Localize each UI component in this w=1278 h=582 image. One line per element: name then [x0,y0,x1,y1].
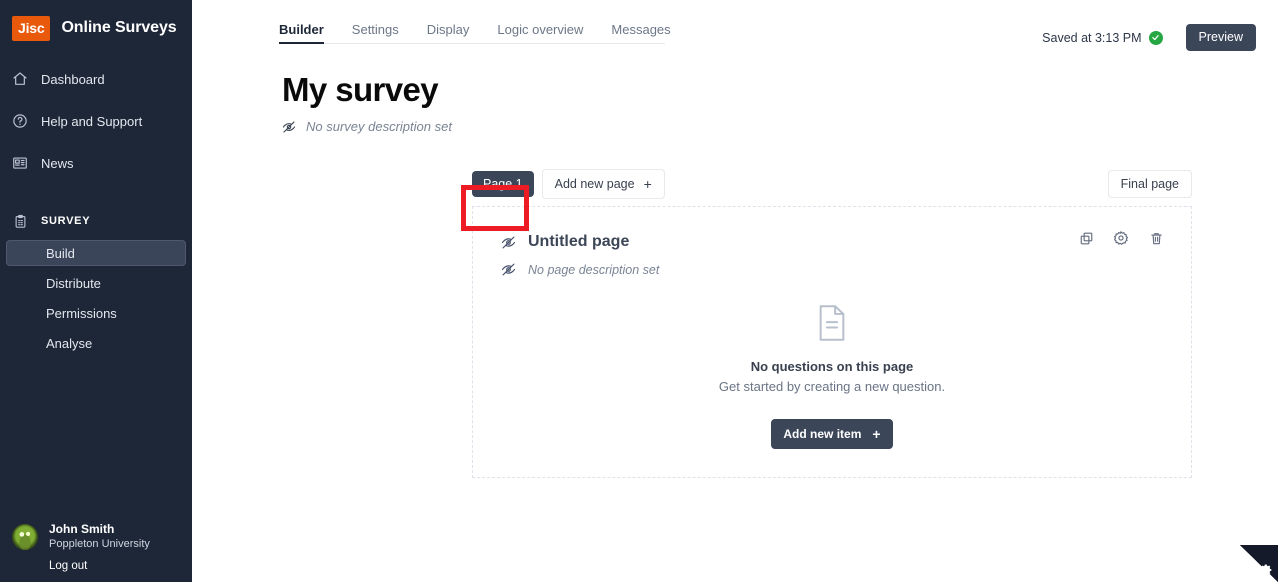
empty-state-title: No questions on this page [750,359,914,374]
document-icon [815,303,849,348]
add-new-page-button[interactable]: Add new page + [541,169,665,199]
user-name: John Smith [49,522,115,536]
tab-display[interactable]: Display [427,22,470,43]
page-card: Untitled page No page description set No… [472,206,1192,478]
plus-icon: + [872,426,881,442]
sidebar-item-label: Build [46,245,75,261]
page-settings-icon[interactable] [1110,227,1132,249]
builder-tabs: Builder Settings Display Logic overview … [279,0,671,44]
sidebar-section-label: SURVEY [41,215,91,227]
sidebar-item-label: Distribute [46,275,101,291]
home-icon [11,70,29,88]
user-text: John Smith Poppleton University Log out [49,522,150,572]
newspaper-icon [11,154,29,172]
survey-header: My survey No survey description set [192,70,1278,134]
survey-sub-nav: Build Distribute Permissions Analyse [0,240,192,356]
sidebar-item-analyse[interactable]: Analyse [6,330,186,356]
log-out-link[interactable]: Log out [49,560,150,572]
add-new-item-label: Add new item [783,427,862,441]
primary-nav: Dashboard Help and Support News [0,64,192,178]
preview-button[interactable]: Preview [1185,24,1256,51]
top-bar-right: Saved at 3:13 PM Preview [1042,24,1256,51]
page-card-title: Untitled page [528,233,630,250]
sidebar-item-distribute[interactable]: Distribute [6,270,186,296]
page-title: My survey [282,71,439,108]
duplicate-page-icon[interactable] [1075,227,1097,249]
add-item-wrap: Add new item + [473,419,1191,449]
brand[interactable]: Jisc Online Surveys [0,0,192,44]
page-description-row[interactable]: No page description set [501,262,1191,277]
check-circle-icon [1148,30,1163,45]
page-tab-strip-left: Page 1 Add new page + [472,169,665,199]
delete-page-icon[interactable] [1145,227,1167,249]
final-page-button[interactable]: Final page [1107,169,1192,199]
page-card-actions [1062,227,1167,249]
question-circle-icon [11,112,29,130]
eye-off-icon [501,235,516,250]
top-bar: Builder Settings Display Logic overview … [192,0,1278,59]
jisc-logo: Jisc [12,15,51,41]
empty-state-subtitle: Get started by creating a new question. [718,379,946,394]
tab-settings[interactable]: Settings [352,22,399,43]
sidebar-item-news[interactable]: News [0,148,192,178]
brand-title: Online Surveys [61,19,177,36]
sidebar-item-build[interactable]: Build [6,240,186,266]
sidebar-item-label: Help and Support [41,113,143,129]
sidebar-item-permissions[interactable]: Permissions [6,300,186,326]
survey-description-placeholder: No survey description set [306,119,452,134]
cookie-settings-widget[interactable] [1240,545,1278,582]
add-new-page-label: Add new page [554,176,635,191]
sidebar: Jisc Online Surveys Dashboard Help and S… [0,0,192,582]
plus-icon: + [643,176,652,192]
page-card-description-placeholder: No page description set [528,262,660,277]
main-content: Builder Settings Display Logic overview … [192,0,1278,582]
user-block: John Smith Poppleton University Log out [0,512,192,582]
app-root: Jisc Online Surveys Dashboard Help and S… [0,0,1278,582]
user-org: Poppleton University [49,538,150,550]
page-tab-page-1[interactable]: Page 1 [472,170,534,198]
saved-status: Saved at 3:13 PM [1042,30,1142,45]
tab-logic-overview[interactable]: Logic overview [497,22,583,43]
tab-builder[interactable]: Builder [279,22,324,44]
empty-state: No questions on this page Get started by… [473,303,1191,394]
clipboard-icon [11,212,29,230]
sidebar-item-label: News [41,155,74,171]
eye-off-icon [282,120,296,134]
survey-description-row[interactable]: No survey description set [282,119,1278,134]
sidebar-item-help-and-support[interactable]: Help and Support [0,106,192,136]
tab-messages[interactable]: Messages [611,22,670,43]
page-tab-strip: Page 1 Add new page + Final page [472,168,1192,200]
sidebar-item-dashboard[interactable]: Dashboard [0,64,192,94]
sidebar-section-survey: SURVEY [0,208,192,234]
cookie-settings-gear-icon [1259,563,1273,577]
sidebar-item-label: Dashboard [41,71,105,87]
sidebar-item-label: Permissions [46,305,117,321]
add-new-item-button[interactable]: Add new item + [771,419,893,449]
sidebar-item-label: Analyse [46,335,93,351]
avatar[interactable] [12,524,38,550]
eye-off-icon [501,262,516,277]
